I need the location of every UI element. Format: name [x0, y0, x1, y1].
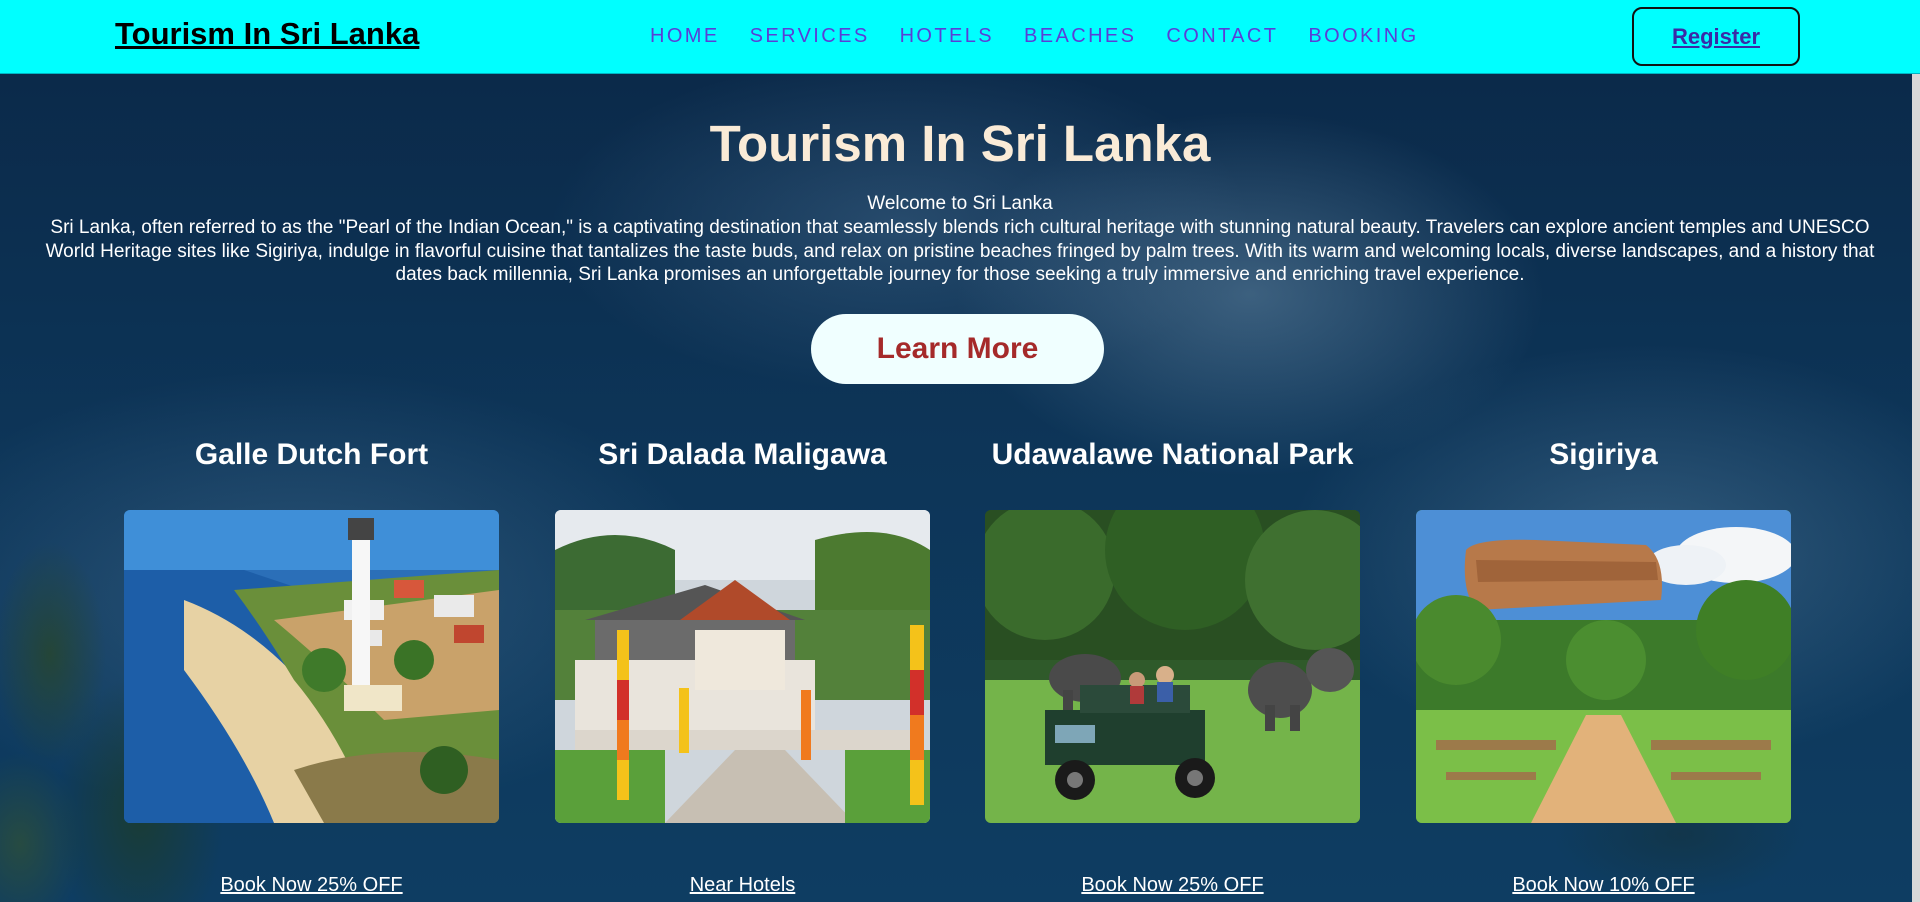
card-title-udawalawe: Udawalawe National Park — [991, 438, 1354, 471]
udawalawe-park-image[interactable] — [985, 510, 1360, 823]
hero-subtitle: Welcome to Sri Lanka — [867, 193, 1053, 214]
card-title-sigiriya: Sigiriya — [1549, 438, 1658, 471]
hero-section: Tourism In Sri Lanka Welcome to Sri Lank… — [0, 74, 1920, 902]
card-link-udawalawe[interactable]: Book Now 25% OFF — [985, 874, 1360, 897]
brand-logo-link[interactable]: Tourism In Sri Lanka — [115, 16, 419, 52]
register-button[interactable]: Register — [1632, 7, 1800, 66]
nav-hotels[interactable]: HOTELS — [900, 25, 994, 48]
card-title-dalada: Sri Dalada Maligawa — [598, 438, 887, 471]
learn-more-button[interactable]: Learn More — [811, 314, 1104, 384]
sigiriya-image[interactable] — [1416, 510, 1791, 823]
scrollbar[interactable] — [1912, 74, 1920, 902]
card-link-dalada[interactable]: Near Hotels — [555, 874, 930, 897]
top-navbar: Tourism In Sri Lanka HOME SERVICES HOTEL… — [0, 0, 1920, 74]
nav-home[interactable]: HOME — [650, 25, 720, 48]
card-link-galle[interactable]: Book Now 25% OFF — [124, 874, 499, 897]
nav-booking[interactable]: BOOKING — [1308, 25, 1418, 48]
galle-fort-image[interactable] — [124, 510, 499, 823]
nav-contact[interactable]: CONTACT — [1166, 25, 1278, 48]
nav-beaches[interactable]: BEACHES — [1024, 25, 1136, 48]
main-nav: HOME SERVICES HOTELS BEACHES CONTACT BOO… — [650, 25, 1449, 48]
hero-description: Sri Lanka, often referred to as the "Pea… — [45, 217, 1875, 285]
card-title-galle: Galle Dutch Fort — [194, 438, 429, 471]
nav-services[interactable]: SERVICES — [750, 25, 870, 48]
dalada-maligawa-image[interactable] — [555, 510, 930, 823]
card-link-sigiriya[interactable]: Book Now 10% OFF — [1416, 874, 1791, 897]
hero-title: Tourism In Sri Lanka — [709, 115, 1211, 172]
